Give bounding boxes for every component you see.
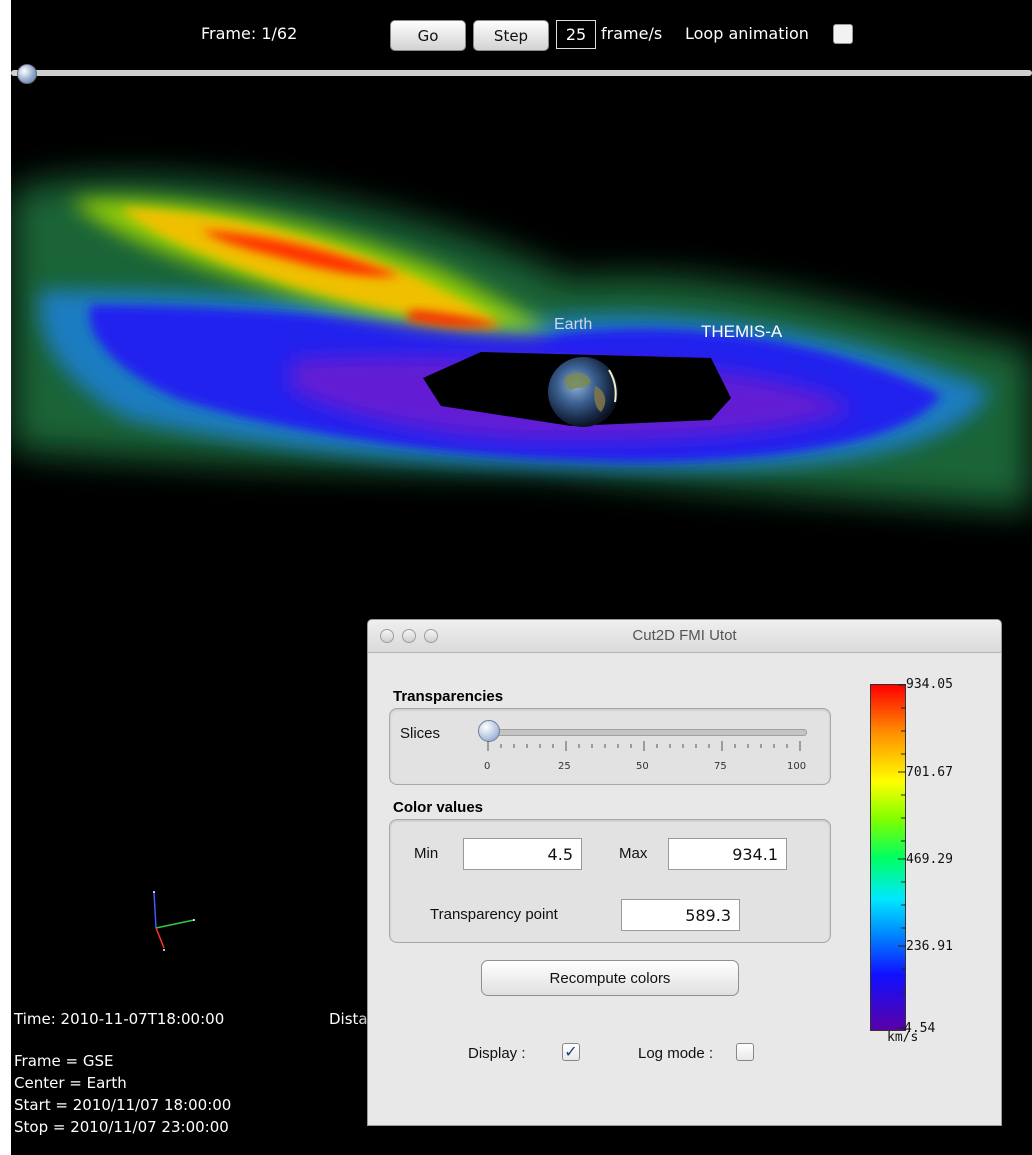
slices-tick-75: 75 [714,761,727,772]
min-input[interactable] [463,838,582,870]
slices-slider-ticks [487,741,801,751]
slices-tick-0: 0 [484,761,491,772]
slices-tick-25: 25 [558,761,571,772]
slices-label: Slices [400,725,441,742]
transparencies-group: Slices 0 25 50 75 100 [389,708,831,785]
recompute-colors-button[interactable]: Recompute colors [481,960,739,996]
colorbar-label-2: 701.67 [906,765,953,780]
distance-readout: Dista [329,1010,368,1028]
transparency-point-input[interactable] [621,899,740,931]
plasma-visualization [11,177,1032,510]
frame-slider[interactable] [11,64,1032,84]
earth-label: Earth [554,316,593,333]
loop-animation-checkbox[interactable] [833,24,853,44]
start-readout: Start = 2010/11/07 18:00:00 [14,1096,232,1114]
transparencies-heading: Transparencies [393,688,504,705]
min-label: Min [414,845,439,862]
max-label: Max [619,845,648,862]
axis-triad-icon [153,891,195,951]
log-mode-checkbox[interactable] [736,1043,754,1061]
display-checkbox[interactable]: ✓ [562,1043,580,1061]
slices-tick-100: 100 [787,761,807,772]
frame-slider-track[interactable] [11,70,1032,76]
log-mode-label: Log mode : [638,1045,714,1062]
frame-slider-thumb[interactable] [17,64,37,84]
max-input[interactable] [668,838,787,870]
animation-toolbar: Frame: 1/62 Go Step frame/s Loop animati… [11,0,1032,70]
fps-unit-label: frame/s [601,24,663,43]
transparency-point-label: Transparency point [430,906,558,923]
slices-slider-thumb[interactable] [478,720,500,742]
colorbar-label-4: 236.91 [906,939,953,954]
colorbar: 934.05 701.67 469.29 236.91 4.54 km/s [868,677,998,1045]
plasma-scene: Earth THEMIS-A [11,90,1032,590]
slices-tick-50: 50 [636,761,649,772]
color-values-group: Min Max Transparency point [389,819,831,943]
stop-readout: Stop = 2010/11/07 23:00:00 [14,1118,229,1136]
frame-counter: Frame: 1/62 [201,24,298,43]
center-readout: Center = Earth [14,1074,127,1092]
step-button[interactable]: Step [473,20,549,51]
window-titlebar[interactable]: Cut2D FMI Utot [368,620,1001,653]
time-readout: Time: 2010-11-07T18:00:00 [14,1010,225,1028]
cut2d-window: Cut2D FMI Utot Transparencies Slices 0 2… [367,619,1002,1126]
colorbar-unit: km/s [887,1030,919,1045]
color-values-heading: Color values [393,799,484,816]
themis-a-label: THEMIS-A [701,322,783,341]
display-label: Display : [468,1045,526,1062]
checkmark-icon: ✓ [564,1042,578,1061]
fps-input[interactable] [556,20,596,49]
slices-slider-track[interactable] [480,729,807,736]
go-button[interactable]: Go [390,20,466,51]
frame-readout: Frame = GSE [14,1052,114,1070]
loop-animation-label: Loop animation [685,24,809,43]
window-title: Cut2D FMI Utot [632,627,737,644]
earth-globe [548,357,618,427]
colorbar-label-max: 934.05 [906,677,953,692]
colorbar-label-3: 469.29 [906,852,953,867]
